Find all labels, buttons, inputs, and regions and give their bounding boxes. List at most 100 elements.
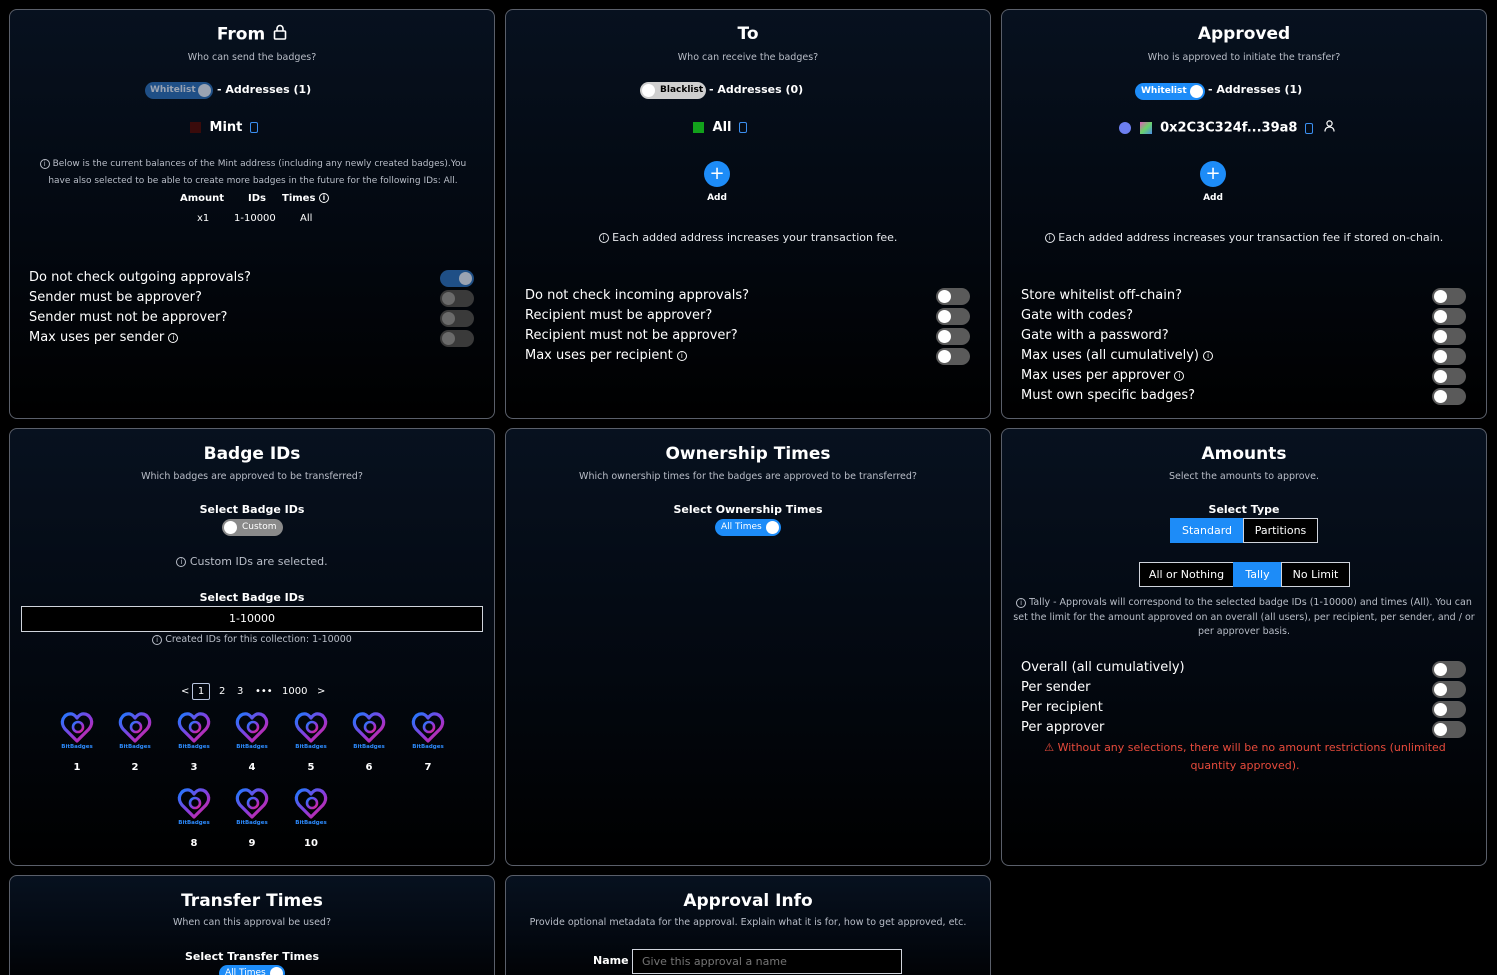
badge-image[interactable]: BitBadges — [176, 710, 212, 750]
table-header-amount: Amount — [180, 193, 225, 204]
lock-icon — [273, 24, 287, 45]
to-fee-note: i Each added address increases your tran… — [506, 231, 990, 244]
do-not-check-outgoing-toggle[interactable] — [440, 270, 474, 287]
per-approver-toggle[interactable] — [1432, 721, 1466, 738]
pagination-page-1[interactable]: 1 — [192, 683, 210, 700]
table-cell-times: All — [300, 213, 313, 224]
store-whitelist-off-chain-toggle[interactable] — [1432, 288, 1466, 305]
gate-with-codes-toggle[interactable] — [1432, 308, 1466, 325]
amounts-option-2: Per recipient — [1021, 700, 1103, 715]
amounts-option-0: Overall (all cumulatively) — [1021, 660, 1185, 675]
to-option-0: Do not check incoming approvals? — [525, 288, 749, 303]
badge-ids-input[interactable]: 1-10000 — [21, 606, 483, 632]
max-uses-per-recipient-toggle[interactable] — [936, 348, 970, 365]
badge-ids-card: Badge IDs Which badges are approved to b… — [9, 428, 495, 866]
do-not-check-incoming-toggle[interactable] — [936, 288, 970, 305]
pagination: < 1 2 3 ••• 1000 > — [178, 683, 338, 703]
approved-option-1: Gate with codes? — [1021, 308, 1134, 323]
from-option-0: Do not check outgoing approvals? — [29, 270, 251, 285]
info-icon: i — [1203, 350, 1214, 361]
tally-info-text: i Tally - Approvals will correspond to t… — [1013, 597, 1475, 637]
type-standard-button[interactable]: Standard — [1170, 518, 1244, 543]
approved-title: Approved — [1197, 24, 1291, 44]
info-icon: i — [39, 158, 50, 169]
per-sender-toggle[interactable] — [1432, 681, 1466, 698]
pagination-next[interactable]: > — [317, 686, 325, 697]
to-subtitle: Who can receive the badges? — [677, 52, 819, 63]
info-icon: i — [176, 557, 187, 567]
svg-text:BitBadges: BitBadges — [61, 744, 93, 750]
approval-info-card: Approval Info Provide optional metadata … — [505, 875, 991, 975]
must-own-badges-toggle[interactable] — [1432, 388, 1466, 405]
badge-image[interactable]: BitBadges — [293, 710, 329, 750]
transfer-times-title: Transfer Times — [181, 891, 323, 911]
amounts-option-1: Per sender — [1021, 680, 1091, 695]
svg-text:BitBadges: BitBadges — [178, 744, 210, 750]
info-icon: i — [676, 350, 687, 361]
mode-tally-button[interactable]: Tally — [1233, 562, 1282, 587]
badge-number: 3 — [190, 762, 198, 773]
badge-image[interactable]: BitBadges — [59, 710, 95, 750]
recipient-must-be-approver-toggle[interactable] — [936, 308, 970, 325]
transfer-times-card: Transfer Times When can this approval be… — [9, 875, 495, 975]
badge-image[interactable]: BitBadges — [351, 710, 387, 750]
type-partitions-button[interactable]: Partitions — [1243, 518, 1318, 543]
pagination-page-1000[interactable]: 1000 — [282, 686, 307, 697]
badge-number: 9 — [248, 838, 256, 849]
svg-text:BitBadges: BitBadges — [236, 820, 268, 826]
table-cell-amount: x1 — [197, 213, 210, 224]
pagination-prev[interactable]: < — [181, 686, 189, 697]
approved-option-5: Must own specific badges? — [1021, 388, 1196, 403]
badge-number: 5 — [307, 762, 315, 773]
mode-all-or-nothing-button[interactable]: All or Nothing — [1139, 562, 1234, 587]
from-title: From — [10, 24, 494, 45]
badge-ids-title: Badge IDs — [203, 444, 301, 464]
approval-name-input[interactable] — [632, 949, 902, 974]
copy-icon[interactable] — [1305, 122, 1314, 134]
approved-add-button[interactable]: + — [1200, 161, 1226, 187]
overall-toggle[interactable] — [1432, 661, 1466, 678]
approved-list-toggle[interactable]: Whitelist — [1135, 83, 1205, 100]
transfer-times-toggle[interactable]: All Times — [219, 965, 285, 975]
badge-image[interactable]: BitBadges — [234, 710, 270, 750]
ownership-times-toggle[interactable]: All Times — [715, 519, 781, 536]
svg-text:BitBadges: BitBadges — [353, 744, 385, 750]
ownership-times-title: Ownership Times — [665, 444, 831, 464]
badge-image[interactable]: BitBadges — [410, 710, 446, 750]
badge-ids-mode-toggle[interactable]: Custom — [222, 519, 283, 536]
approved-option-3: Max uses (all cumulatively) i — [1021, 348, 1214, 363]
gate-with-password-toggle[interactable] — [1432, 328, 1466, 345]
info-icon: i — [1044, 233, 1055, 243]
copy-icon[interactable] — [739, 122, 748, 133]
max-uses-per-sender-toggle[interactable] — [440, 330, 474, 347]
user-icon[interactable] — [1323, 120, 1335, 136]
from-list-toggle[interactable]: Whitelist — [145, 82, 213, 99]
sender-must-not-be-approver-toggle[interactable] — [440, 310, 474, 327]
approved-fee-note: i Each added address increases your tran… — [1002, 231, 1486, 244]
created-ids-note: i Created IDs for this collection: 1-100… — [10, 634, 494, 645]
badge-number: 4 — [248, 762, 256, 773]
approved-add-label: Add — [1203, 193, 1223, 203]
all-avatar-icon — [693, 122, 704, 133]
to-add-button[interactable]: + — [704, 161, 730, 187]
select-badge-ids-label: Select Badge IDs — [199, 503, 305, 516]
to-addresses-label: - Addresses (0) — [709, 83, 804, 96]
max-uses-cumulative-toggle[interactable] — [1432, 348, 1466, 365]
pagination-page-2[interactable]: 2 — [219, 686, 225, 697]
copy-icon[interactable] — [249, 122, 258, 133]
recipient-must-not-be-approver-toggle[interactable] — [936, 328, 970, 345]
to-title: To — [737, 24, 759, 44]
pagination-ellipsis[interactable]: ••• — [255, 686, 273, 697]
per-recipient-toggle[interactable] — [1432, 701, 1466, 718]
badge-image[interactable]: BitBadges — [293, 786, 329, 826]
to-list-toggle[interactable]: Blacklist — [640, 82, 706, 99]
pagination-page-3[interactable]: 3 — [237, 686, 243, 697]
max-uses-per-approver-toggle[interactable] — [1432, 368, 1466, 385]
sender-must-be-approver-toggle[interactable] — [440, 290, 474, 307]
badge-image[interactable]: BitBadges — [117, 710, 153, 750]
badge-image[interactable]: BitBadges — [234, 786, 270, 826]
mint-avatar-icon — [190, 122, 201, 133]
badge-image[interactable]: BitBadges — [176, 786, 212, 826]
svg-text:BitBadges: BitBadges — [236, 744, 268, 750]
mode-no-limit-button[interactable]: No Limit — [1281, 562, 1350, 587]
